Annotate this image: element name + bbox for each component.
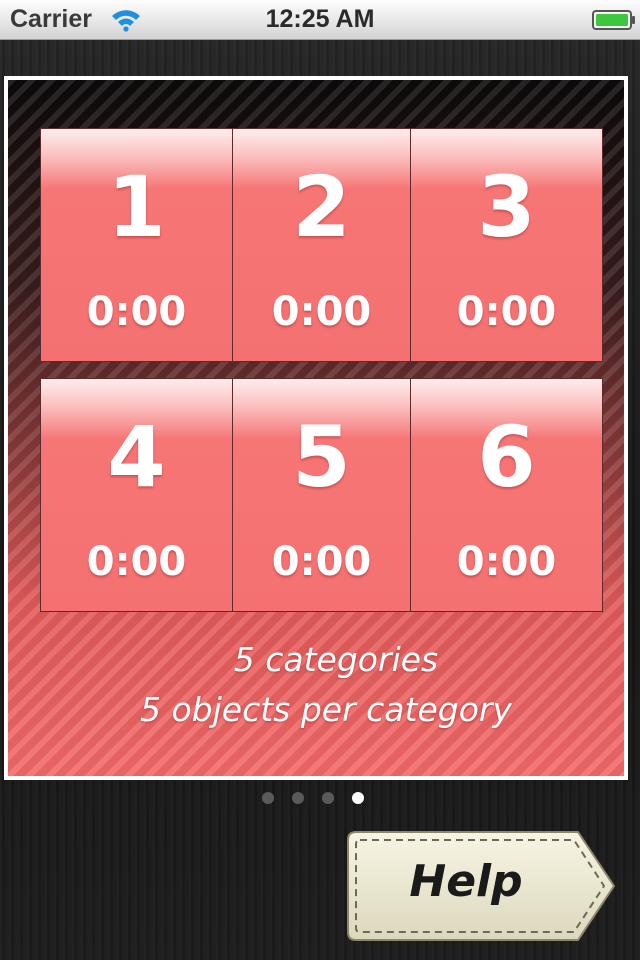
page-dot[interactable] bbox=[262, 792, 274, 804]
level-tile-4[interactable]: 4 0:00 bbox=[40, 378, 233, 612]
level-number: 4 bbox=[107, 408, 166, 506]
level-number: 6 bbox=[477, 408, 536, 506]
help-button[interactable]: Help bbox=[346, 828, 618, 944]
category-count-text: 5 categories bbox=[233, 640, 439, 679]
level-tile-6[interactable]: 6 0:00 bbox=[410, 378, 603, 612]
level-best-time: 0:00 bbox=[271, 289, 372, 335]
status-clock: 12:25 AM bbox=[265, 5, 375, 33]
level-select-panel: 1 0:00 2 0:00 3 0:00 4 0:00 5 0:00 6 0:0… bbox=[4, 76, 628, 780]
level-number: 1 bbox=[107, 158, 166, 256]
level-best-time: 0:00 bbox=[456, 539, 557, 585]
page-dot[interactable] bbox=[292, 792, 304, 804]
level-tile-2[interactable]: 2 0:00 bbox=[232, 128, 411, 362]
level-tile-5[interactable]: 5 0:00 bbox=[232, 378, 411, 612]
level-number: 3 bbox=[477, 158, 536, 256]
battery-full-icon bbox=[592, 10, 635, 30]
level-tile-3[interactable]: 3 0:00 bbox=[410, 128, 603, 362]
page-dot[interactable] bbox=[322, 792, 334, 804]
objects-per-category-text: 5 objects per category bbox=[139, 690, 512, 729]
help-label: Help bbox=[409, 856, 523, 907]
level-best-time: 0:00 bbox=[86, 539, 187, 585]
level-best-time: 0:00 bbox=[456, 289, 557, 335]
level-best-time: 0:00 bbox=[86, 289, 187, 335]
page-dot-active[interactable] bbox=[352, 792, 364, 804]
level-best-time: 0:00 bbox=[271, 539, 372, 585]
level-tile-1[interactable]: 1 0:00 bbox=[40, 128, 233, 362]
level-number: 2 bbox=[292, 158, 351, 256]
page-indicator[interactable] bbox=[262, 792, 364, 806]
level-number: 5 bbox=[292, 408, 351, 506]
status-bar: Carrier 12:25 AM bbox=[0, 0, 640, 40]
